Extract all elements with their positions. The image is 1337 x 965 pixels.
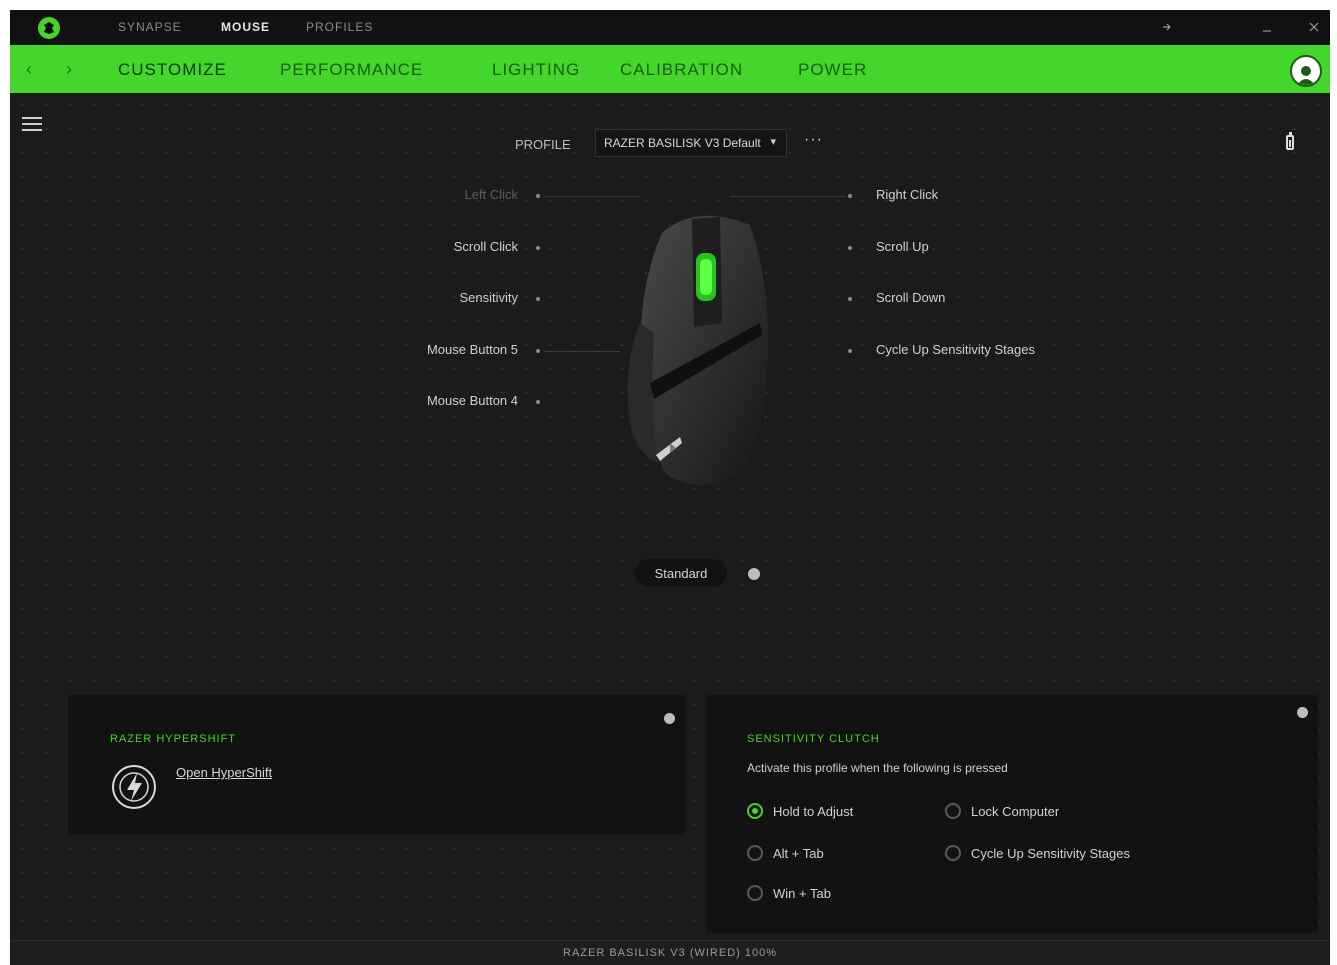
radio-label: Alt + Tab <box>773 845 824 861</box>
sensitivity-clutch-panel: SENSITIVITY CLUTCH Activate this profile… <box>707 695 1318 933</box>
radio-button[interactable] <box>747 845 763 861</box>
app-window: SYNAPSE MOUSE PROFILES ‹ › CUSTOMIZE PER… <box>10 10 1330 965</box>
info-icon[interactable] <box>664 713 675 724</box>
radio-lock-computer[interactable]: Lock Computer <box>945 803 1059 819</box>
user-avatar-icon[interactable] <box>1290 55 1322 87</box>
back-arrow-icon[interactable]: ‹ <box>26 59 32 80</box>
chevron-down-icon: ▾ <box>770 136 776 148</box>
radio-label: Hold to Adjust <box>773 803 854 819</box>
minimize-to-tray-icon[interactable] <box>1155 16 1179 38</box>
connector-dot <box>536 400 540 404</box>
button-label-left-click[interactable]: Left Click <box>318 187 518 202</box>
section-nav: ‹ › CUSTOMIZE PERFORMANCE LIGHTING CALIB… <box>10 45 1330 93</box>
connector-line <box>544 351 620 352</box>
connector-dot <box>848 297 852 301</box>
radio-label: Win + Tab <box>773 885 831 901</box>
tab-power[interactable]: POWER <box>798 60 867 80</box>
button-label-scroll-down[interactable]: Scroll Down <box>876 290 945 305</box>
button-label-sensitivity[interactable]: Sensitivity <box>318 290 518 305</box>
mouse-image <box>610 203 780 493</box>
info-icon[interactable] <box>748 568 760 580</box>
connector-line <box>730 196 846 197</box>
info-icon[interactable] <box>1297 707 1308 718</box>
top-tab-synapse[interactable]: SYNAPSE <box>118 20 182 34</box>
connector-dot <box>536 194 540 198</box>
tab-calibration[interactable]: CALIBRATION <box>620 60 743 80</box>
customize-content: PROFILE RAZER BASILISK V3 Default ▾ ··· … <box>10 93 1330 940</box>
connector-dot <box>848 194 852 198</box>
sensitivity-clutch-title: SENSITIVITY CLUTCH <box>747 733 880 745</box>
connector-line <box>544 196 640 197</box>
minimize-icon[interactable] <box>1255 16 1279 38</box>
radio-button[interactable] <box>747 885 763 901</box>
hypershift-panel: RAZER HYPERSHIFT Open HyperShift <box>68 695 685 835</box>
hypershift-icon <box>110 763 158 811</box>
radio-win-tab[interactable]: Win + Tab <box>747 885 831 901</box>
radio-cycle-up-sensitivity[interactable]: Cycle Up Sensitivity Stages <box>945 845 1130 861</box>
device-status-text: RAZER BASILISK V3 (WIRED) 100% <box>563 947 777 959</box>
tab-lighting[interactable]: LIGHTING <box>492 60 580 80</box>
button-label-mouse-button-4[interactable]: Mouse Button 4 <box>318 393 518 408</box>
radio-label: Lock Computer <box>971 803 1060 819</box>
menu-icon[interactable] <box>22 117 42 133</box>
title-bar: SYNAPSE MOUSE PROFILES <box>10 10 1330 45</box>
connector-dot <box>536 246 540 250</box>
top-tab-mouse[interactable]: MOUSE <box>221 20 270 34</box>
top-tab-profiles[interactable]: PROFILES <box>306 20 373 34</box>
open-hypershift-link[interactable]: Open HyperShift <box>176 765 272 780</box>
more-options-icon[interactable]: ··· <box>804 131 823 149</box>
button-label-cycle-up-sensitivity[interactable]: Cycle Up Sensitivity Stages <box>876 342 1035 357</box>
button-label-scroll-up[interactable]: Scroll Up <box>876 239 929 254</box>
button-label-scroll-click[interactable]: Scroll Click <box>318 239 518 254</box>
status-bar: RAZER BASILISK V3 (WIRED) 100% <box>10 940 1330 965</box>
button-label-mouse-button-5[interactable]: Mouse Button 5 <box>318 342 518 357</box>
button-label-right-click[interactable]: Right Click <box>876 187 938 202</box>
connector-dot <box>848 349 852 353</box>
connector-dot <box>536 297 540 301</box>
radio-alt-tab[interactable]: Alt + Tab <box>747 845 824 861</box>
standard-mode-toggle[interactable]: Standard <box>635 559 727 587</box>
battery-icon <box>1286 132 1294 150</box>
close-icon[interactable] <box>1302 16 1326 38</box>
forward-arrow-icon[interactable]: › <box>66 59 72 80</box>
radio-hold-to-adjust[interactable]: Hold to Adjust <box>747 803 853 819</box>
profile-dropdown-value: RAZER BASILISK V3 Default <box>604 136 761 150</box>
hypershift-title: RAZER HYPERSHIFT <box>110 733 237 745</box>
sensitivity-clutch-subtitle: Activate this profile when the following… <box>747 761 1008 775</box>
profile-dropdown[interactable]: RAZER BASILISK V3 Default ▾ <box>595 129 787 157</box>
razer-logo-icon[interactable] <box>38 17 60 39</box>
profile-label: PROFILE <box>515 137 571 152</box>
radio-label: Cycle Up Sensitivity Stages <box>971 845 1130 861</box>
tab-performance[interactable]: PERFORMANCE <box>280 60 423 80</box>
tab-customize[interactable]: CUSTOMIZE <box>118 60 227 80</box>
radio-button[interactable] <box>747 803 763 819</box>
radio-button[interactable] <box>945 845 961 861</box>
connector-dot <box>848 246 852 250</box>
radio-button[interactable] <box>945 803 961 819</box>
connector-dot <box>536 349 540 353</box>
